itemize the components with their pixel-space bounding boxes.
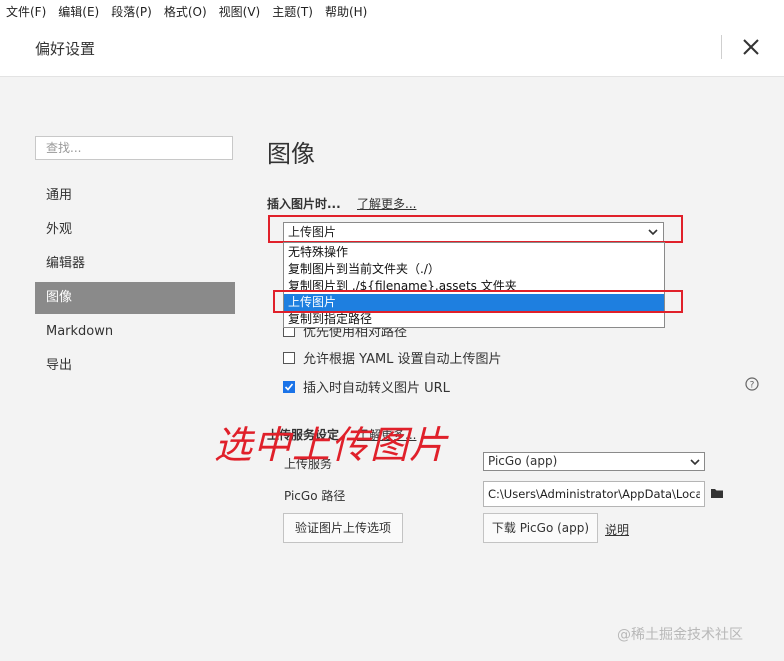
escape-url-row[interactable]: 插入时自动转义图片 URL [283,377,450,396]
close-icon [743,39,759,55]
search-input[interactable] [35,136,233,160]
picgo-path-label: PicGo 路径 [284,489,346,503]
page-title: 图像 [267,140,315,168]
preferences-header: 偏好设置 [0,22,784,77]
yaml-upload-checkbox[interactable] [283,351,295,364]
learn-more-link[interactable]: 了解更多... [357,195,416,212]
upload-service-value: PicGo (app) [488,454,558,468]
window-title: 偏好设置 [35,40,96,58]
escape-url-checkbox[interactable] [283,380,295,393]
sidebar-item-general[interactable]: 通用 [35,180,235,212]
checkmark-icon [284,382,294,391]
annotation-text: 选中上传图片 [214,423,449,467]
insert-image-dropdown: 无特殊操作 复制图片到当前文件夹（./） 复制图片到 ./${filename}… [283,242,665,328]
sidebar-item-image[interactable]: 图像 [35,282,235,314]
yaml-upload-row[interactable]: 允许根据 YAML 设置自动上传图片 [283,348,502,367]
header-divider [721,35,722,59]
sidebar-item-export[interactable]: 导出 [35,350,235,382]
option-copy-current-folder[interactable]: 复制图片到当前文件夹（./） [284,261,664,278]
explain-link[interactable]: 说明 [605,521,629,538]
upload-service-select[interactable]: PicGo (app) [483,452,705,471]
escape-url-label: 插入时自动转义图片 URL [303,381,450,396]
folder-icon[interactable] [710,487,724,499]
menu-format[interactable]: 格式(O) [158,3,213,20]
sidebar-item-appearance[interactable]: 外观 [35,214,235,246]
yaml-upload-label: 允许根据 YAML 设置自动上传图片 [303,352,502,367]
menu-file[interactable]: 文件(F) [0,3,52,20]
menu-edit[interactable]: 编辑(E) [52,3,105,20]
verify-upload-button[interactable]: 验证图片上传选项 [283,513,403,543]
download-picgo-button[interactable]: 下载 PicGo (app) [483,513,598,543]
watermark: @稀土掘金技术社区 [617,627,743,643]
question-circle-icon[interactable]: ? [745,377,759,391]
insert-image-label: 插入图片时... [267,197,341,211]
option-no-action[interactable]: 无特殊操作 [284,244,664,261]
sidebar-item-editor[interactable]: 编辑器 [35,248,235,280]
menu-view[interactable]: 视图(V) [213,3,267,20]
sidebar-item-markdown[interactable]: Markdown [35,316,235,348]
menu-theme[interactable]: 主题(T) [266,3,319,20]
option-copy-specified-path[interactable]: 复制到指定路径 [284,311,664,328]
close-button[interactable] [736,32,766,62]
sidebar-nav: 通用 外观 编辑器 图像 Markdown 导出 [35,180,235,384]
menu-help[interactable]: 帮助(H) [319,3,373,20]
svg-text:?: ? [750,381,755,391]
picgo-path-input[interactable] [483,481,705,507]
menu-bar: 文件(F) 编辑(E) 段落(P) 格式(O) 视图(V) 主题(T) 帮助(H… [0,0,784,22]
menu-paragraph[interactable]: 段落(P) [105,3,158,20]
chevron-down-icon [690,459,700,466]
highlight-box-option [273,290,683,313]
highlight-box-select [268,215,683,243]
